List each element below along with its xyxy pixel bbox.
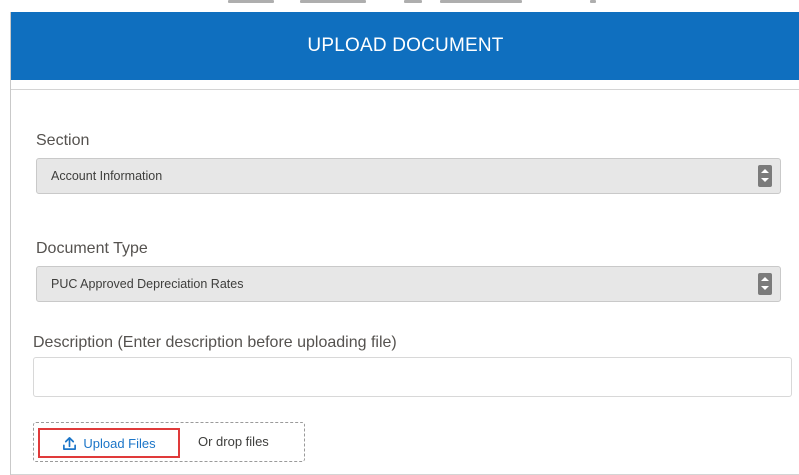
document-type-select-value: PUC Approved Depreciation Rates bbox=[51, 277, 244, 291]
document-type-label: Document Type bbox=[36, 240, 148, 257]
top-strip bbox=[0, 0, 799, 12]
cut-off-text bbox=[228, 0, 274, 3]
description-input[interactable] bbox=[33, 357, 792, 397]
modal-header: UPLOAD DOCUMENT bbox=[11, 12, 799, 80]
cut-off-text bbox=[590, 0, 596, 3]
upload-files-button[interactable]: Upload Files bbox=[38, 428, 180, 458]
header-divider bbox=[11, 80, 799, 90]
cut-off-text bbox=[300, 0, 366, 3]
upload-files-label: Upload Files bbox=[83, 435, 156, 451]
cut-off-text bbox=[404, 0, 422, 3]
cut-off-text bbox=[440, 0, 522, 3]
select-stepper-icon bbox=[758, 273, 772, 295]
section-select-value: Account Information bbox=[51, 169, 163, 183]
section-label: Section bbox=[36, 132, 90, 149]
document-type-select[interactable]: PUC Approved Depreciation Rates bbox=[36, 266, 781, 302]
description-label: Description (Enter description before up… bbox=[33, 334, 397, 351]
upload-icon bbox=[63, 436, 77, 450]
select-stepper-icon bbox=[758, 165, 772, 187]
upload-document-modal: UPLOAD DOCUMENT Section Account Informat… bbox=[10, 12, 799, 475]
modal-title: UPLOAD DOCUMENT bbox=[307, 35, 504, 56]
file-dropzone[interactable]: Upload Files Or drop files bbox=[33, 422, 305, 462]
section-select[interactable]: Account Information bbox=[36, 158, 781, 194]
drop-files-label: Or drop files bbox=[198, 434, 269, 449]
